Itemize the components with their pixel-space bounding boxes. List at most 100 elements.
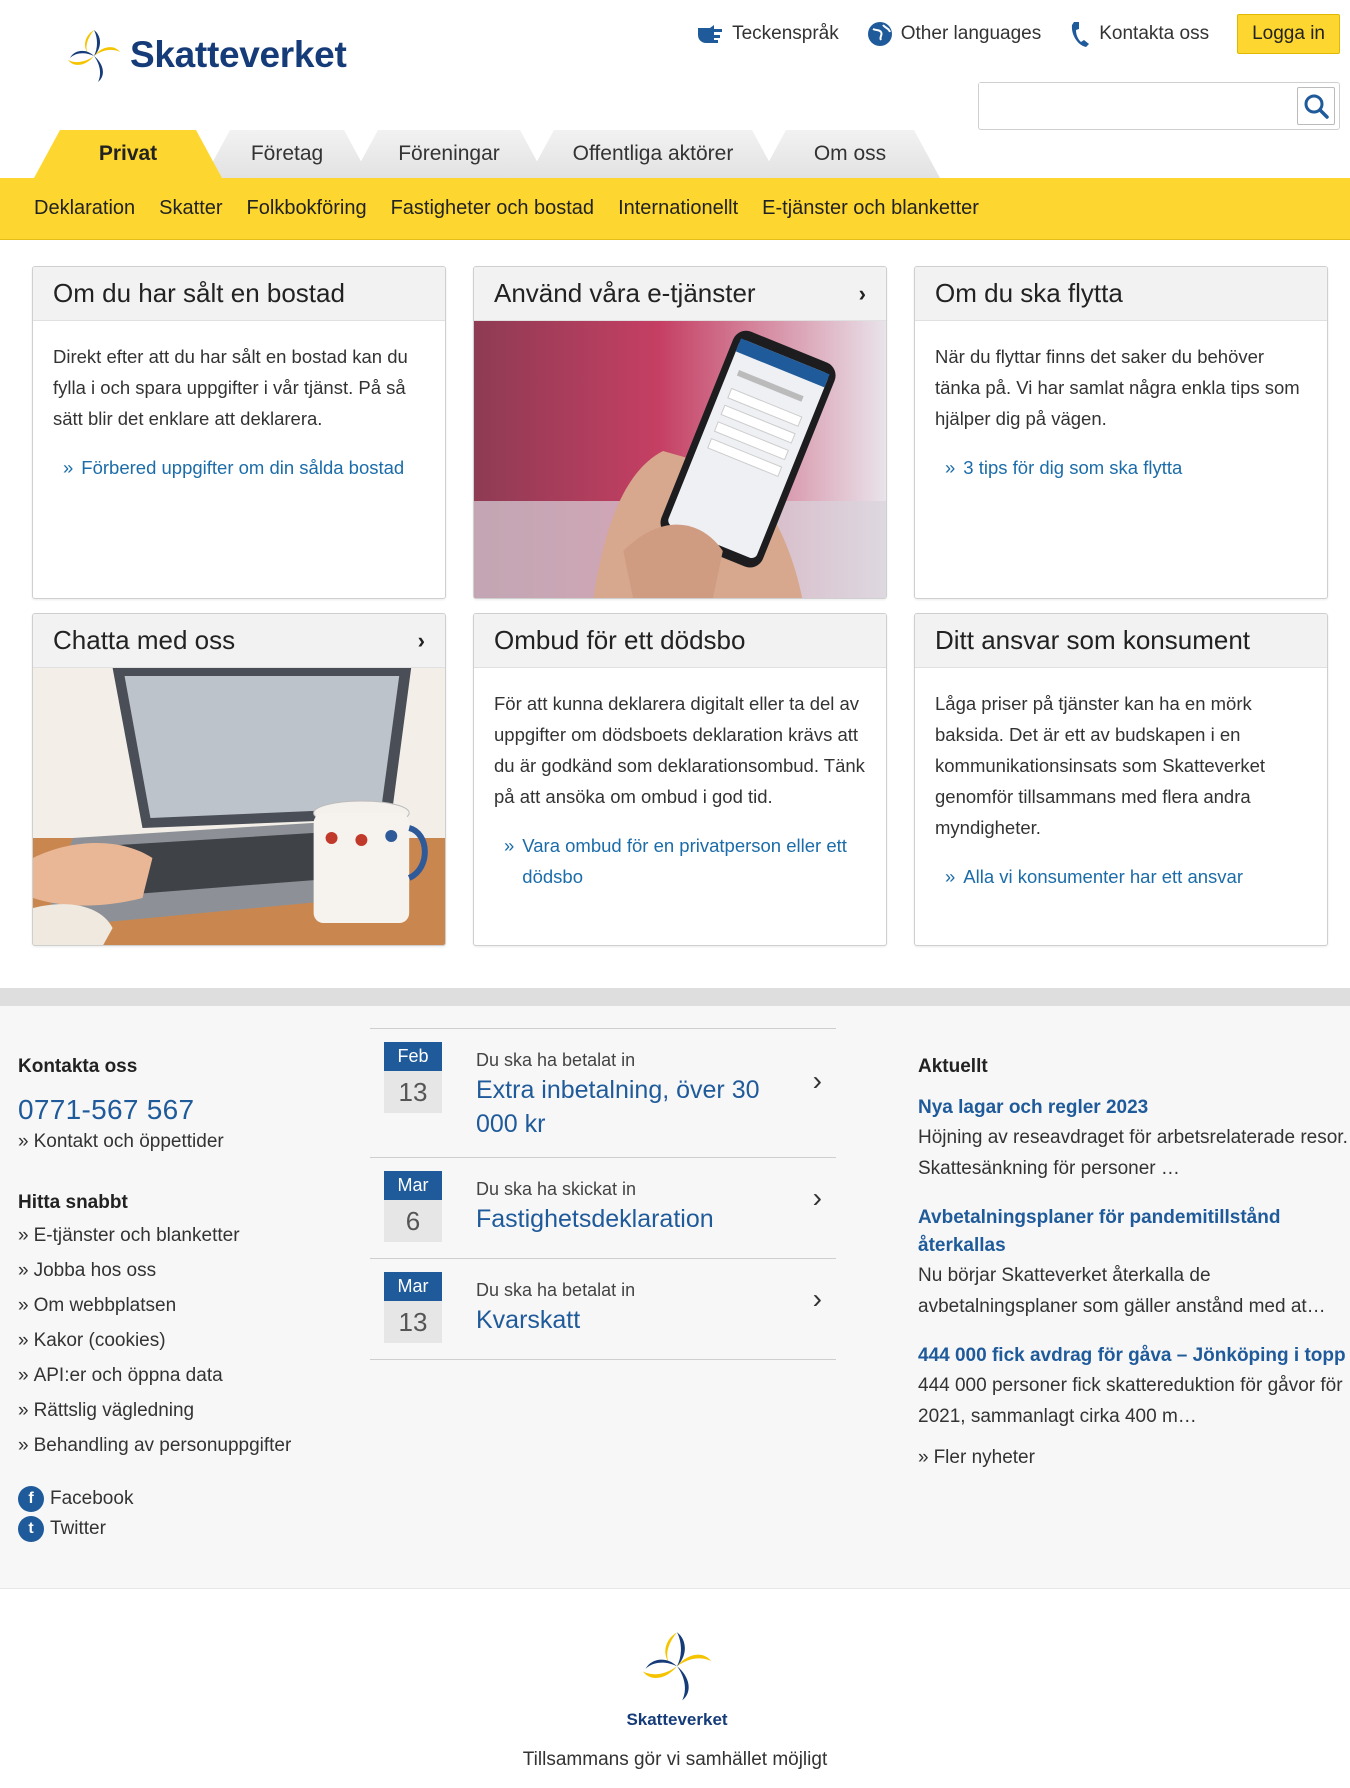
- card-grid: Om du har sålt en bostad Direkt efter at…: [32, 266, 1328, 946]
- subnav-internationellt[interactable]: Internationellt: [618, 197, 738, 220]
- facebook-link[interactable]: f Facebook: [18, 1484, 318, 1514]
- raquo-icon: »: [18, 1435, 29, 1456]
- quick-link[interactable]: » Kakor (cookies): [18, 1327, 318, 1355]
- card-link[interactable]: » Förbered uppgifter om din sålda bostad: [53, 452, 425, 483]
- deadlines-list: Feb 13 Du ska ha betalat in Extra inbeta…: [370, 1028, 836, 1360]
- footer-bottom: Skatteverket Tillsammans gör vi samhälle…: [0, 1588, 1350, 1788]
- phone-icon: [1072, 22, 1090, 47]
- card-title: Ditt ansvar som konsument: [915, 614, 1327, 668]
- sign-language-link[interactable]: Teckenspråk: [696, 22, 839, 46]
- skatteverket-logo[interactable]: Skatteverket: [64, 26, 347, 84]
- news-title-link[interactable]: Avbetalningsplaner för pandemitillstånd …: [918, 1204, 1348, 1260]
- date-month: Mar: [384, 1171, 442, 1200]
- news-item: 444 000 fick avdrag för gåva – Jönköping…: [918, 1342, 1348, 1432]
- date-day: 6: [384, 1200, 442, 1242]
- deadline-row[interactable]: Feb 13 Du ska ha betalat in Extra inbeta…: [370, 1029, 836, 1158]
- deadline-row[interactable]: Mar 6 Du ska ha skickat in Fastighetsdek…: [370, 1158, 836, 1259]
- quick-link[interactable]: » Rättslig vägledning: [18, 1397, 318, 1425]
- date-badge: Feb 13: [384, 1042, 442, 1113]
- card-title-text: Använd våra e-tjänster: [494, 278, 756, 308]
- deadline-intro: Du ska ha betalat in: [476, 1280, 636, 1300]
- tab-foretag[interactable]: Företag: [204, 130, 370, 178]
- subnav-e-tjanster[interactable]: E-tjänster och blanketter: [762, 197, 979, 220]
- link-text: Kontakt och öppettider: [33, 1131, 224, 1152]
- link-text: Twitter: [50, 1518, 106, 1539]
- phone-number[interactable]: 0771-567 567: [18, 1094, 318, 1126]
- raquo-icon: »: [18, 1400, 29, 1421]
- card-text: För att kunna deklarera digitalt eller t…: [494, 693, 865, 807]
- date-month: Feb: [384, 1042, 442, 1071]
- card-link[interactable]: » Vara ombud för en privatperson eller et…: [494, 830, 866, 892]
- card-link[interactable]: » 3 tips för dig som ska flytta: [935, 452, 1307, 483]
- top-links: Teckenspråk Other languages Kontakta oss…: [696, 14, 1340, 54]
- quick-link[interactable]: » Jobba hos oss: [18, 1257, 318, 1285]
- contact-link[interactable]: Kontakta oss: [1069, 20, 1209, 48]
- contact-label: Kontakta oss: [1099, 23, 1210, 44]
- twitter-icon: t: [18, 1516, 44, 1542]
- news-excerpt: Höjning av reseavdraget för arbetsrelate…: [918, 1127, 1348, 1179]
- footer-logo-text: Skatteverket: [626, 1710, 728, 1729]
- footer-contact-column: Kontakta oss 0771-567 567 » Kontakt och ö…: [18, 1056, 318, 1544]
- news-title-link[interactable]: 444 000 fick avdrag för gåva – Jönköping…: [918, 1342, 1348, 1370]
- card-text: Låga priser på tjänster kan ha en mörk b…: [935, 693, 1266, 838]
- card-link-text: Förbered uppgifter om din sålda bostad: [81, 457, 405, 478]
- tab-om-oss[interactable]: Om oss: [760, 130, 940, 178]
- raquo-icon: »: [945, 866, 956, 887]
- sign-language-icon: [698, 25, 723, 43]
- link-text: Kakor (cookies): [33, 1330, 166, 1351]
- raquo-icon: »: [18, 1131, 29, 1152]
- globe-icon: [867, 22, 892, 46]
- footer-logo[interactable]: Skatteverket: [622, 1627, 732, 1730]
- search-button[interactable]: [1297, 87, 1335, 125]
- quick-link[interactable]: » Behandling av personuppgifter: [18, 1432, 318, 1460]
- login-button[interactable]: Logga in: [1237, 14, 1340, 54]
- news-heading: Aktuellt: [918, 1056, 988, 1077]
- date-day: 13: [384, 1071, 442, 1113]
- quick-link[interactable]: » API:er och öppna data: [18, 1362, 318, 1390]
- search-box: [978, 82, 1340, 130]
- card-title-text: Om du ska flytta: [935, 278, 1123, 308]
- link-text: Om webbplatsen: [33, 1295, 177, 1316]
- subnav-folkbokforing[interactable]: Folkbokföring: [247, 197, 367, 220]
- search-input[interactable]: [979, 83, 1279, 127]
- twitter-link[interactable]: t Twitter: [18, 1514, 318, 1544]
- search-icon: [1304, 94, 1329, 119]
- contact-hours-link[interactable]: » Kontakt och öppettider: [18, 1128, 318, 1156]
- subnav-fastigheter[interactable]: Fastigheter och bostad: [391, 197, 594, 220]
- link-text: E-tjänster och blanketter: [33, 1225, 240, 1246]
- news-title-link[interactable]: Nya lagar och regler 2023: [918, 1094, 1348, 1122]
- card-sold-home: Om du har sålt en bostad Direkt efter at…: [32, 266, 446, 599]
- link-text: Facebook: [50, 1488, 134, 1509]
- footer: Kontakta oss 0771-567 567 » Kontakt och ö…: [0, 988, 1350, 1588]
- sign-language-label: Teckenspråk: [732, 23, 839, 44]
- news-item: Avbetalningsplaner för pandemitillstånd …: [918, 1204, 1348, 1322]
- tab-offentliga-aktorer[interactable]: Offentliga aktörer: [528, 130, 778, 178]
- more-news-link[interactable]: » Fler nyheter: [918, 1444, 1348, 1472]
- logo-text: Skatteverket: [130, 34, 347, 75]
- tab-foreningar[interactable]: Föreningar: [352, 130, 546, 178]
- card-title-text: Ombud för ett dödsbo: [494, 625, 746, 655]
- tab-privat[interactable]: Privat: [34, 130, 222, 178]
- site-header: Skatteverket Teckenspråk Other languages…: [0, 0, 1350, 130]
- quick-link[interactable]: » E-tjänster och blanketter: [18, 1222, 318, 1250]
- card-link-text: Vara ombud för en privatperson eller ett…: [522, 835, 847, 887]
- card-text: När du flyttar finns det saker du behöve…: [935, 346, 1300, 429]
- facebook-icon: f: [18, 1486, 44, 1512]
- deadline-row[interactable]: Mar 13 Du ska ha betalat in Kvarskatt ›: [370, 1259, 836, 1360]
- other-languages-link[interactable]: Other languages: [867, 21, 1041, 47]
- subnav-deklaration[interactable]: Deklaration: [34, 197, 135, 220]
- chevron-right-icon: ›: [812, 1065, 822, 1096]
- card-chat[interactable]: Chatta med oss ›: [32, 613, 446, 946]
- card-title: Om du ska flytta: [915, 267, 1327, 321]
- tagline: Tillsammans gör vi samhället möjligt: [522, 1749, 828, 1770]
- card-title-text: Chatta med oss: [53, 625, 236, 655]
- chevron-right-icon: ›: [812, 1182, 822, 1213]
- raquo-icon: »: [918, 1447, 929, 1468]
- card-e-services[interactable]: Använd våra e-tjänster ›: [473, 266, 887, 599]
- card-title: Använd våra e-tjänster ›: [474, 267, 886, 321]
- logo-swirl-icon: [642, 1632, 712, 1701]
- quick-link[interactable]: » Om webbplatsen: [18, 1292, 318, 1320]
- contact-heading: Kontakta oss: [18, 1056, 138, 1077]
- subnav-skatter[interactable]: Skatter: [159, 197, 222, 220]
- card-link[interactable]: » Alla vi konsumenter har ett ansvar: [935, 861, 1307, 892]
